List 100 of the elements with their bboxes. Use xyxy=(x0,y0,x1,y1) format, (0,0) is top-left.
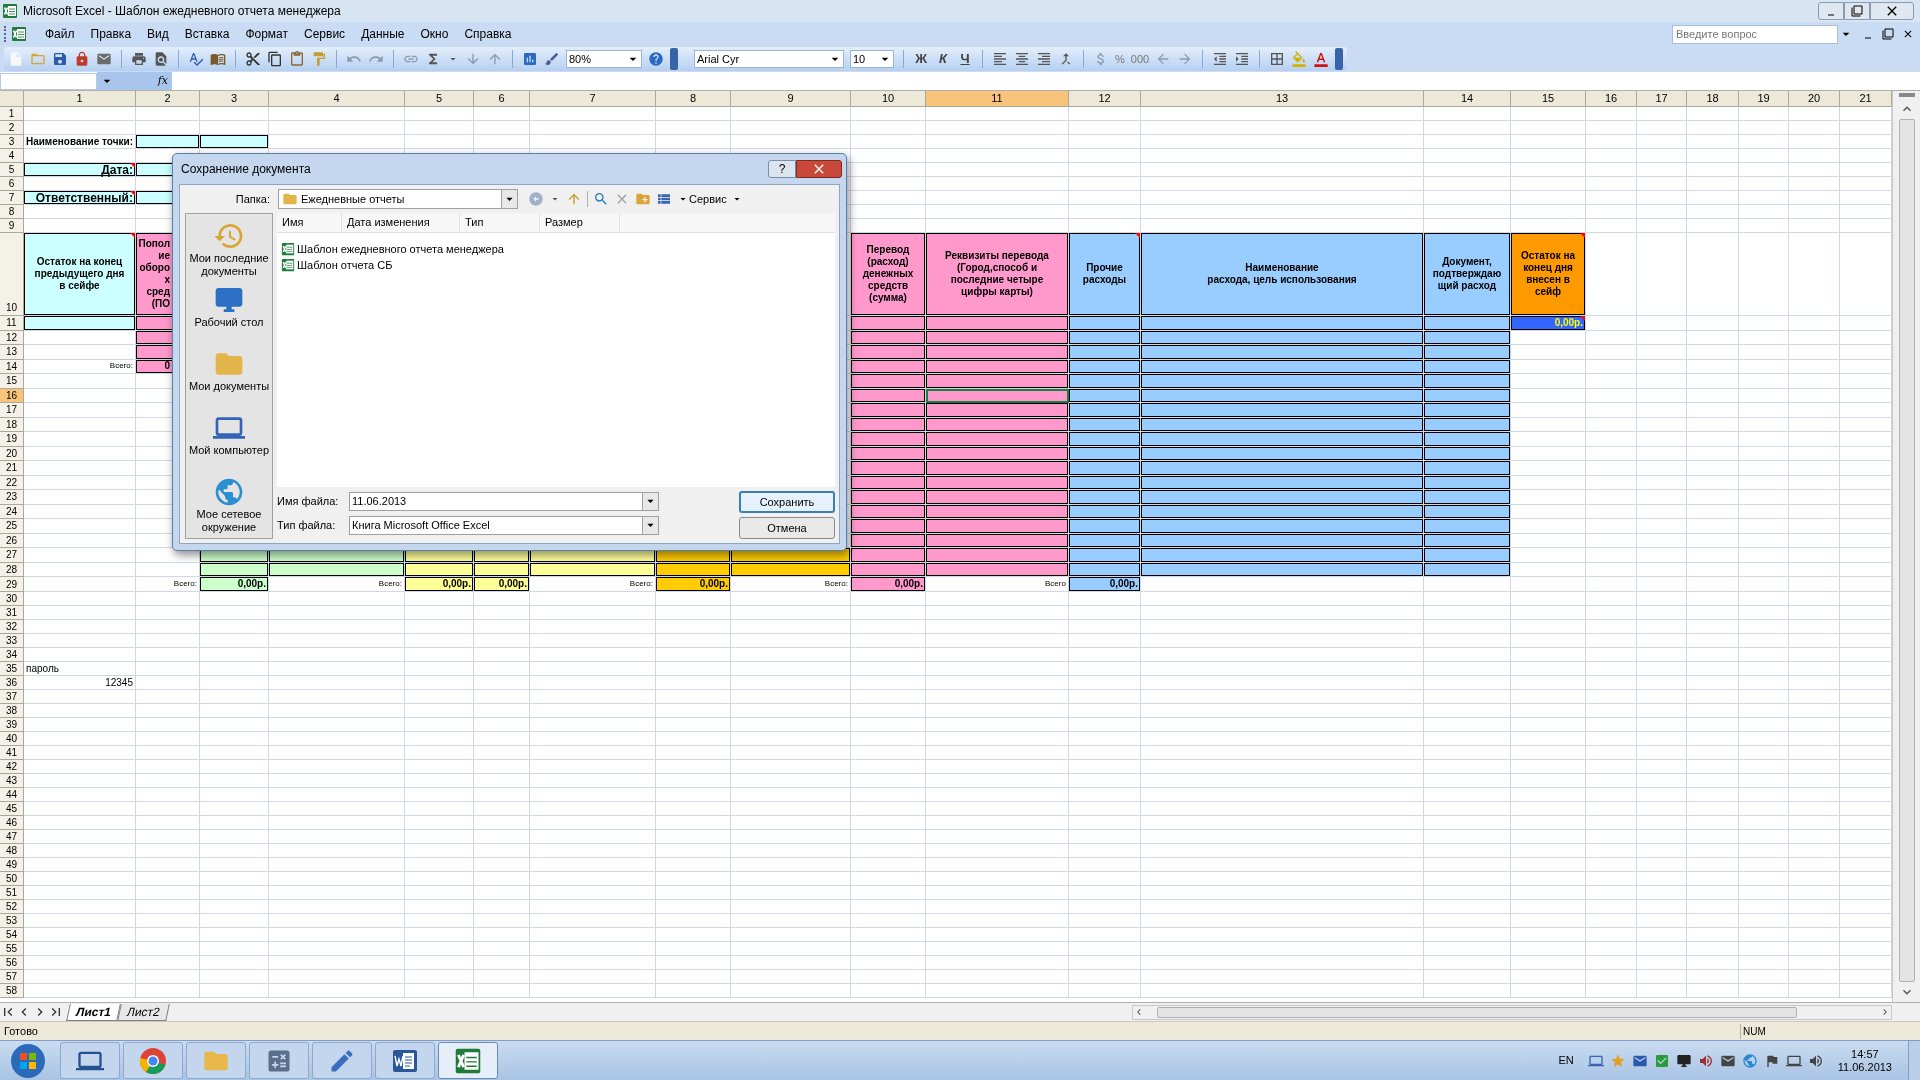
column-header[interactable]: 7 xyxy=(530,91,656,107)
row-header[interactable]: 50 xyxy=(0,872,24,886)
file-type-select[interactable]: Книга Microsoft Office Excel xyxy=(349,515,659,535)
font-size-select[interactable]: 10 xyxy=(850,50,894,68)
indent-increase-icon[interactable] xyxy=(1234,51,1251,67)
format-button[interactable]: К xyxy=(935,49,951,69)
column-header[interactable]: 4 xyxy=(269,91,405,107)
help-button[interactable]: ? xyxy=(768,160,796,178)
column-header[interactable]: Имя xyxy=(277,213,342,232)
row-header[interactable]: 56 xyxy=(0,956,24,970)
row-header[interactable]: 7 xyxy=(0,191,24,205)
align-right-icon[interactable] xyxy=(1036,51,1052,67)
row-header[interactable]: 49 xyxy=(0,858,24,872)
row-header[interactable]: 54 xyxy=(0,928,24,942)
column-header[interactable]: 16 xyxy=(1586,91,1637,107)
place-item[interactable]: Мой компьютер xyxy=(186,412,272,474)
place-item[interactable]: Мои документы xyxy=(186,348,272,410)
column-header[interactable]: 18 xyxy=(1687,91,1739,107)
row-header[interactable]: 31 xyxy=(0,606,24,620)
borders-icon[interactable] xyxy=(1269,51,1286,67)
row-header[interactable]: 2 xyxy=(0,121,24,135)
row-header[interactable]: 42 xyxy=(0,760,24,774)
row-header[interactable]: 3 xyxy=(0,135,24,149)
close-icon[interactable] xyxy=(1902,28,1914,40)
search-icon[interactable] xyxy=(593,191,609,207)
menu-item[interactable]: Данные xyxy=(353,25,413,43)
scroll-thumb[interactable] xyxy=(1157,1006,1797,1018)
taskbar-button[interactable] xyxy=(438,1042,498,1079)
menu-item[interactable]: Сервис xyxy=(296,25,354,43)
sheet-tab[interactable]: Лист1 xyxy=(66,1004,121,1021)
views-icon[interactable] xyxy=(656,191,672,207)
row-header[interactable]: 45 xyxy=(0,802,24,816)
language-indicator[interactable]: EN xyxy=(1558,1052,1574,1069)
font-select[interactable]: Arial Cyr xyxy=(694,50,844,68)
row-header[interactable]: 11 xyxy=(0,316,24,331)
column-header[interactable]: 11 xyxy=(926,91,1069,107)
column-header[interactable]: 17 xyxy=(1637,91,1687,107)
close-button[interactable] xyxy=(796,160,842,178)
row-header[interactable]: 46 xyxy=(0,816,24,830)
folder-select[interactable]: Ежедневные отчеты xyxy=(278,189,518,209)
mail-icon[interactable] xyxy=(96,51,112,67)
spellcheck-icon[interactable] xyxy=(188,51,204,67)
row-header[interactable]: 38 xyxy=(0,704,24,718)
help-icon[interactable] xyxy=(648,51,664,67)
taskbar-button[interactable] xyxy=(249,1042,309,1079)
place-item[interactable]: Мое сетевое окружение xyxy=(186,476,272,538)
row-header[interactable]: 40 xyxy=(0,732,24,746)
checkbox-icon[interactable] xyxy=(1653,1052,1670,1069)
book-icon[interactable] xyxy=(210,51,226,67)
column-header[interactable]: 12 xyxy=(1069,91,1141,107)
row-header[interactable]: 17 xyxy=(0,403,24,418)
row-header[interactable]: 32 xyxy=(0,620,24,634)
format-button[interactable]: Ж xyxy=(913,49,929,69)
row-header[interactable]: 51 xyxy=(0,886,24,900)
column-header[interactable]: 15 xyxy=(1511,91,1586,107)
column-header[interactable]: 9 xyxy=(731,91,851,107)
dialog-button[interactable]: Сохранить xyxy=(739,491,835,513)
row-header[interactable]: 13 xyxy=(0,345,24,360)
row-header[interactable]: 25 xyxy=(0,519,24,534)
row-header[interactable]: 6 xyxy=(0,177,24,191)
file-item[interactable]: Шаблон ежедневного отчета менеджера xyxy=(281,241,835,257)
column-header[interactable]: 19 xyxy=(1739,91,1789,107)
place-item[interactable]: Рабочий стол xyxy=(186,284,272,346)
restore-icon[interactable] xyxy=(1882,28,1894,40)
menu-item[interactable]: Справка xyxy=(456,25,520,43)
file-item[interactable]: Шаблон отчета СБ xyxy=(281,257,835,273)
speaker-icon[interactable] xyxy=(1807,1052,1824,1069)
row-header[interactable]: 29 xyxy=(0,577,24,592)
row-header[interactable]: 37 xyxy=(0,690,24,704)
row-header[interactable]: 9 xyxy=(0,219,24,233)
column-header[interactable]: 13 xyxy=(1141,91,1424,107)
cut-icon[interactable] xyxy=(245,51,261,67)
row-header[interactable]: 34 xyxy=(0,648,24,662)
column-header[interactable]: 8 xyxy=(656,91,731,107)
globe-icon[interactable] xyxy=(1741,1052,1758,1069)
column-header[interactable]: 6 xyxy=(474,91,530,107)
font-color-icon[interactable] xyxy=(1313,51,1330,67)
column-header[interactable]: Дата изменения xyxy=(342,213,460,232)
menu-item[interactable]: Вставка xyxy=(176,25,238,43)
copy-icon[interactable] xyxy=(267,51,283,67)
column-header[interactable]: 3 xyxy=(200,91,269,107)
menu-item[interactable]: Правка xyxy=(82,25,140,43)
dialog-button[interactable]: Отмена xyxy=(739,517,835,539)
question-field[interactable]: Введите вопрос xyxy=(1672,24,1838,44)
restore-button[interactable] xyxy=(1844,2,1870,20)
column-header[interactable]: Тип xyxy=(460,213,540,232)
monitor-icon[interactable] xyxy=(1675,1052,1692,1069)
row-header[interactable]: 35 xyxy=(0,662,24,676)
menu-item[interactable]: Файл xyxy=(37,25,83,43)
row-header[interactable]: 10 xyxy=(0,233,24,316)
number-format-button[interactable]: % xyxy=(1115,50,1125,68)
row-header[interactable]: 8 xyxy=(0,205,24,219)
row-header[interactable]: 43 xyxy=(0,774,24,788)
menu-item[interactable]: Вид xyxy=(139,25,177,43)
column-header[interactable]: 14 xyxy=(1424,91,1511,107)
chart-icon[interactable] xyxy=(522,51,538,67)
align-left-icon[interactable] xyxy=(992,51,1008,67)
close-button[interactable] xyxy=(1870,2,1914,20)
row-header[interactable]: 55 xyxy=(0,942,24,956)
start-orb-icon[interactable] xyxy=(10,1042,46,1079)
